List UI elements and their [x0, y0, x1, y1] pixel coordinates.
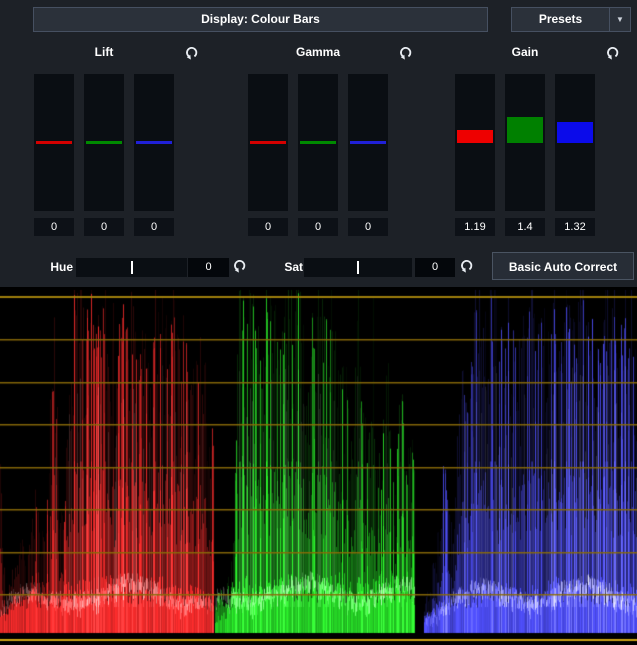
gain-blue-handle[interactable] — [557, 122, 593, 143]
gain-green-handle[interactable] — [507, 117, 543, 143]
hue-reset-icon[interactable] — [233, 257, 247, 274]
sat-value-field[interactable]: 0 — [415, 258, 455, 277]
hue-slider[interactable] — [76, 258, 187, 277]
lift-green-value-field[interactable]: 0 — [84, 218, 124, 236]
gamma-green-value-field[interactable]: 0 — [298, 218, 338, 236]
gain-red-value-field[interactable]: 1.19 — [455, 218, 495, 236]
group-lift: Lift000 — [34, 0, 174, 245]
lift-blue-handle[interactable] — [136, 141, 172, 144]
chevron-down-icon[interactable]: ▼ — [609, 8, 630, 31]
gain-green-slider[interactable] — [505, 74, 545, 211]
sat-label: Sat — [270, 258, 303, 277]
gamma-reset-icon[interactable] — [399, 44, 413, 61]
hue-value-field[interactable]: 0 — [188, 258, 229, 277]
sat-reset-icon[interactable] — [460, 257, 474, 274]
gamma-blue-slider[interactable] — [348, 74, 388, 211]
gain-group-label: Gain — [455, 45, 595, 61]
gamma-group-label: Gamma — [248, 45, 388, 61]
lift-green-slider[interactable] — [84, 74, 124, 211]
gain-blue-slider[interactable] — [555, 74, 595, 211]
sat-slider[interactable] — [304, 258, 412, 277]
gamma-blue-handle[interactable] — [350, 141, 386, 144]
gamma-green-slider[interactable] — [298, 74, 338, 211]
gain-blue-value-field[interactable]: 1.32 — [555, 218, 595, 236]
sat-slider-handle[interactable] — [357, 261, 359, 274]
gamma-red-slider[interactable] — [248, 74, 288, 211]
gamma-green-handle[interactable] — [300, 141, 336, 144]
lift-blue-value-field[interactable]: 0 — [134, 218, 174, 236]
group-gamma: Gamma000 — [248, 0, 388, 245]
rgb-parade-waveform-scope — [0, 287, 637, 645]
hue-label: Hue — [40, 258, 73, 277]
gain-red-handle[interactable] — [457, 130, 493, 143]
lift-red-handle[interactable] — [36, 141, 72, 144]
lift-green-handle[interactable] — [86, 141, 122, 144]
basic-auto-correct-button[interactable]: Basic Auto Correct — [492, 252, 634, 280]
lift-reset-icon[interactable] — [185, 44, 199, 61]
gamma-red-value-field[interactable]: 0 — [248, 218, 288, 236]
colour-correction-panel: Display: Colour Bars Presets ▼ Lift000Ga… — [0, 0, 637, 645]
gamma-red-handle[interactable] — [250, 141, 286, 144]
group-gain: Gain 1.19 1.4 1.32 — [455, 0, 595, 245]
gamma-blue-value-field[interactable]: 0 — [348, 218, 388, 236]
hue-slider-handle[interactable] — [131, 261, 133, 274]
gain-green-value-field[interactable]: 1.4 — [505, 218, 545, 236]
lift-red-value-field[interactable]: 0 — [34, 218, 74, 236]
lift-blue-slider[interactable] — [134, 74, 174, 211]
lift-group-label: Lift — [34, 45, 174, 61]
lift-red-slider[interactable] — [34, 74, 74, 211]
gain-red-slider[interactable] — [455, 74, 495, 211]
gain-reset-icon[interactable] — [606, 44, 620, 61]
